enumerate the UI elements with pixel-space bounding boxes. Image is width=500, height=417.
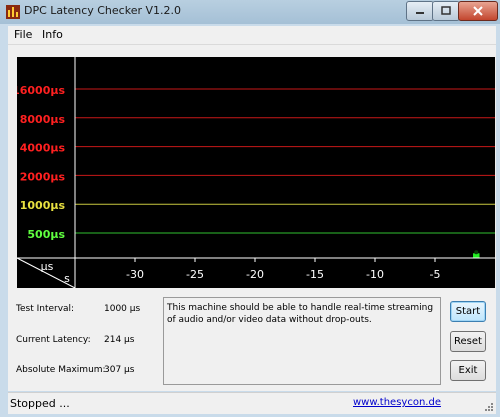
y-tick-label: 16000µs (17, 84, 65, 97)
status-text: Stopped ... (10, 397, 70, 410)
status-bar: Stopped ... www.thesycon.de (8, 392, 496, 414)
title-bar[interactable]: DPC Latency Checker V1.2.0 (0, 0, 500, 24)
website-link[interactable]: www.thesycon.de (353, 397, 441, 408)
latency-chart: 16000µs 8000µs 4000µs 2000µs 1000µs 500µs µss -… (17, 57, 495, 288)
x-tick-label: -30 (126, 268, 144, 281)
test-interval-label: Test Interval: (16, 304, 75, 314)
y-unit-label: µs (41, 260, 54, 273)
peak-marker (474, 250, 479, 255)
start-button[interactable]: Start (450, 301, 486, 322)
maximize-button[interactable] (432, 1, 460, 21)
x-tick-label: -20 (246, 268, 264, 281)
y-tick-label: 500µs (27, 228, 65, 241)
status-message-box: This machine should be able to handle re… (163, 297, 441, 385)
absolute-maximum-label: Absolute Maximum: (16, 365, 106, 375)
app-icon (6, 5, 20, 19)
status-message: This machine should be able to handle re… (167, 303, 434, 325)
y-tick-label: 2000µs (20, 170, 66, 183)
resize-grip-icon[interactable] (484, 402, 494, 412)
x-tick-label: -10 (366, 268, 384, 281)
x-tick-label: -15 (306, 268, 324, 281)
minimize-button[interactable] (406, 1, 434, 21)
x-tick-label: -5 (430, 268, 441, 281)
test-interval-value: 1000 µs (104, 304, 141, 314)
absolute-maximum-value: 307 µs (104, 365, 135, 375)
window-title: DPC Latency Checker V1.2.0 (24, 4, 182, 17)
menu-bar: File Info (8, 26, 496, 45)
app-window: DPC Latency Checker V1.2.0 File Info 160… (0, 0, 500, 417)
current-latency-label: Current Latency: (16, 335, 91, 345)
main-panel: 16000µs 8000µs 4000µs 2000µs 1000µs 500µs µs s -… (8, 45, 496, 391)
close-icon (473, 6, 483, 16)
menu-file[interactable]: File (14, 28, 32, 41)
close-window-button[interactable] (458, 1, 498, 21)
y-tick-label: 4000µs (20, 142, 66, 155)
current-latency-value: 214 µs (104, 335, 135, 345)
y-tick-label: 1000µs (20, 199, 66, 212)
x-unit-label: s (64, 272, 70, 285)
maximize-icon (441, 6, 451, 15)
exit-button[interactable]: Exit (450, 360, 486, 381)
y-tick-label: 8000µs (20, 113, 66, 126)
minimize-icon (416, 12, 424, 14)
x-tick-label: -25 (186, 268, 204, 281)
reset-button[interactable]: Reset (450, 331, 486, 352)
menu-info[interactable]: Info (42, 28, 63, 41)
